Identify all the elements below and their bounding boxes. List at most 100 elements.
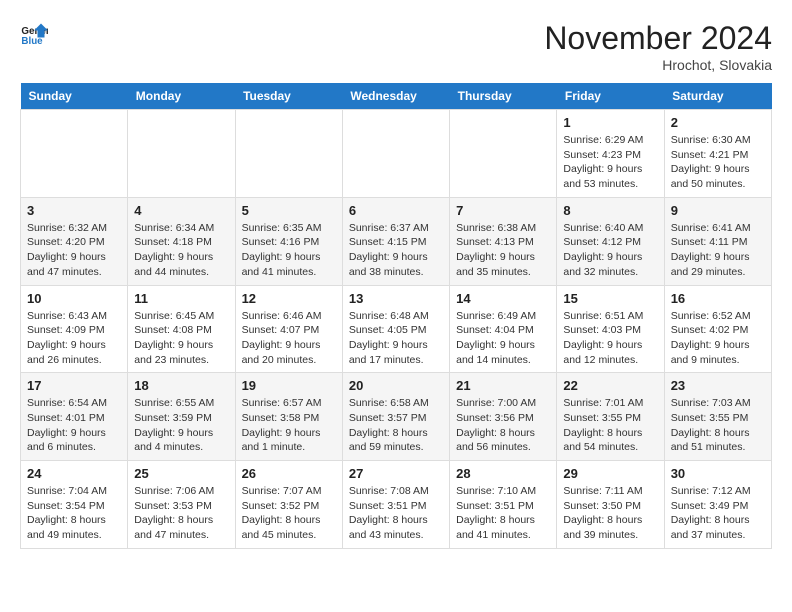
- calendar-week-row: 3 Sunrise: 6:32 AM Sunset: 4:20 PM Daylig…: [21, 197, 772, 285]
- cell-content: Sunrise: 6:54 AM Sunset: 4:01 PM Dayligh…: [27, 396, 121, 455]
- day-number: 7: [456, 203, 550, 218]
- cell-content: Sunrise: 6:34 AM Sunset: 4:18 PM Dayligh…: [134, 221, 228, 280]
- calendar-cell: 21 Sunrise: 7:00 AM Sunset: 3:56 PM Dayli…: [450, 373, 557, 461]
- day-number: 9: [671, 203, 765, 218]
- day-number: 3: [27, 203, 121, 218]
- logo-icon: General Blue: [20, 20, 48, 48]
- calendar-cell: 16Sunrise: 6:52 AM Sunset: 4:02 PM Dayli…: [664, 285, 771, 373]
- calendar-cell: 11 Sunrise: 6:45 AM Sunset: 4:08 PM Dayli…: [128, 285, 235, 373]
- cell-content: Sunrise: 7:12 AM Sunset: 3:49 PM Dayligh…: [671, 484, 765, 543]
- day-number: 28: [456, 466, 550, 481]
- calendar-cell: 29 Sunrise: 7:11 AM Sunset: 3:50 PM Dayli…: [557, 461, 664, 549]
- day-number: 26: [242, 466, 336, 481]
- day-of-week-header: Friday: [557, 83, 664, 110]
- cell-content: Sunrise: 7:03 AM Sunset: 3:55 PM Dayligh…: [671, 396, 765, 455]
- calendar-week-row: 17Sunrise: 6:54 AM Sunset: 4:01 PM Dayli…: [21, 373, 772, 461]
- cell-content: Sunrise: 6:49 AM Sunset: 4:04 PM Dayligh…: [456, 309, 550, 368]
- calendar-table: SundayMondayTuesdayWednesdayThursdayFrid…: [20, 83, 772, 549]
- cell-content: Sunrise: 7:06 AM Sunset: 3:53 PM Dayligh…: [134, 484, 228, 543]
- cell-content: Sunrise: 7:08 AM Sunset: 3:51 PM Dayligh…: [349, 484, 443, 543]
- cell-content: Sunrise: 7:07 AM Sunset: 3:52 PM Dayligh…: [242, 484, 336, 543]
- calendar-cell: 27 Sunrise: 7:08 AM Sunset: 3:51 PM Dayli…: [342, 461, 449, 549]
- cell-content: Sunrise: 6:52 AM Sunset: 4:02 PM Dayligh…: [671, 309, 765, 368]
- calendar-cell: 9Sunrise: 6:41 AM Sunset: 4:11 PM Daylig…: [664, 197, 771, 285]
- title-block: November 2024 Hrochot, Slovakia: [544, 20, 772, 73]
- day-number: 18: [134, 378, 228, 393]
- cell-content: Sunrise: 6:45 AM Sunset: 4:08 PM Dayligh…: [134, 309, 228, 368]
- day-number: 2: [671, 115, 765, 130]
- day-number: 30: [671, 466, 765, 481]
- calendar-cell: 4Sunrise: 6:34 AM Sunset: 4:18 PM Daylig…: [128, 197, 235, 285]
- calendar-cell: 15 Sunrise: 6:51 AM Sunset: 4:03 PM Dayli…: [557, 285, 664, 373]
- cell-content: Sunrise: 6:48 AM Sunset: 4:05 PM Dayligh…: [349, 309, 443, 368]
- day-of-week-header: Wednesday: [342, 83, 449, 110]
- calendar-cell: 14 Sunrise: 6:49 AM Sunset: 4:04 PM Dayli…: [450, 285, 557, 373]
- calendar-cell: 8Sunrise: 6:40 AM Sunset: 4:12 PM Daylig…: [557, 197, 664, 285]
- day-of-week-header: Saturday: [664, 83, 771, 110]
- calendar-cell: [450, 110, 557, 198]
- calendar-cell: [21, 110, 128, 198]
- cell-content: Sunrise: 6:35 AM Sunset: 4:16 PM Dayligh…: [242, 221, 336, 280]
- calendar-week-row: 1Sunrise: 6:29 AM Sunset: 4:23 PM Daylig…: [21, 110, 772, 198]
- calendar-cell: 13 Sunrise: 6:48 AM Sunset: 4:05 PM Dayli…: [342, 285, 449, 373]
- calendar-header-row: SundayMondayTuesdayWednesdayThursdayFrid…: [21, 83, 772, 110]
- day-of-week-header: Monday: [128, 83, 235, 110]
- day-number: 12: [242, 291, 336, 306]
- calendar-cell: 17Sunrise: 6:54 AM Sunset: 4:01 PM Dayli…: [21, 373, 128, 461]
- cell-content: Sunrise: 6:57 AM Sunset: 3:58 PM Dayligh…: [242, 396, 336, 455]
- calendar-cell: 6 Sunrise: 6:37 AM Sunset: 4:15 PM Daylig…: [342, 197, 449, 285]
- day-number: 5: [242, 203, 336, 218]
- cell-content: Sunrise: 6:29 AM Sunset: 4:23 PM Dayligh…: [563, 133, 657, 192]
- calendar-cell: 22Sunrise: 7:01 AM Sunset: 3:55 PM Dayli…: [557, 373, 664, 461]
- calendar-cell: 1Sunrise: 6:29 AM Sunset: 4:23 PM Daylig…: [557, 110, 664, 198]
- day-number: 10: [27, 291, 121, 306]
- day-number: 23: [671, 378, 765, 393]
- cell-content: Sunrise: 6:32 AM Sunset: 4:20 PM Dayligh…: [27, 221, 121, 280]
- day-number: 21: [456, 378, 550, 393]
- calendar-cell: 26 Sunrise: 7:07 AM Sunset: 3:52 PM Dayli…: [235, 461, 342, 549]
- cell-content: Sunrise: 6:38 AM Sunset: 4:13 PM Dayligh…: [456, 221, 550, 280]
- cell-content: Sunrise: 7:11 AM Sunset: 3:50 PM Dayligh…: [563, 484, 657, 543]
- calendar-week-row: 10 Sunrise: 6:43 AM Sunset: 4:09 PM Dayli…: [21, 285, 772, 373]
- day-number: 25: [134, 466, 228, 481]
- cell-content: Sunrise: 6:51 AM Sunset: 4:03 PM Dayligh…: [563, 309, 657, 368]
- calendar-cell: 28 Sunrise: 7:10 AM Sunset: 3:51 PM Dayli…: [450, 461, 557, 549]
- day-number: 29: [563, 466, 657, 481]
- day-number: 27: [349, 466, 443, 481]
- calendar-cell: 7 Sunrise: 6:38 AM Sunset: 4:13 PM Daylig…: [450, 197, 557, 285]
- calendar-body: 1Sunrise: 6:29 AM Sunset: 4:23 PM Daylig…: [21, 110, 772, 549]
- calendar-cell: 10 Sunrise: 6:43 AM Sunset: 4:09 PM Dayli…: [21, 285, 128, 373]
- logo: General Blue: [20, 20, 48, 48]
- day-number: 24: [27, 466, 121, 481]
- cell-content: Sunrise: 7:00 AM Sunset: 3:56 PM Dayligh…: [456, 396, 550, 455]
- day-number: 6: [349, 203, 443, 218]
- day-number: 13: [349, 291, 443, 306]
- calendar-cell: 30 Sunrise: 7:12 AM Sunset: 3:49 PM Dayli…: [664, 461, 771, 549]
- day-of-week-header: Sunday: [21, 83, 128, 110]
- page-header: General Blue November 2024 Hrochot, Slov…: [20, 20, 772, 73]
- day-number: 11: [134, 291, 228, 306]
- day-of-week-header: Thursday: [450, 83, 557, 110]
- calendar-cell: 3 Sunrise: 6:32 AM Sunset: 4:20 PM Daylig…: [21, 197, 128, 285]
- calendar-week-row: 24 Sunrise: 7:04 AM Sunset: 3:54 PM Dayli…: [21, 461, 772, 549]
- calendar-cell: 19Sunrise: 6:57 AM Sunset: 3:58 PM Dayli…: [235, 373, 342, 461]
- calendar-cell: 20Sunrise: 6:58 AM Sunset: 3:57 PM Dayli…: [342, 373, 449, 461]
- day-number: 14: [456, 291, 550, 306]
- calendar-cell: [128, 110, 235, 198]
- calendar-cell: 5 Sunrise: 6:35 AM Sunset: 4:16 PM Daylig…: [235, 197, 342, 285]
- day-of-week-header: Tuesday: [235, 83, 342, 110]
- calendar-cell: [235, 110, 342, 198]
- cell-content: Sunrise: 6:30 AM Sunset: 4:21 PM Dayligh…: [671, 133, 765, 192]
- cell-content: Sunrise: 6:46 AM Sunset: 4:07 PM Dayligh…: [242, 309, 336, 368]
- cell-content: Sunrise: 7:04 AM Sunset: 3:54 PM Dayligh…: [27, 484, 121, 543]
- month-title: November 2024: [544, 20, 772, 57]
- cell-content: Sunrise: 7:10 AM Sunset: 3:51 PM Dayligh…: [456, 484, 550, 543]
- day-number: 15: [563, 291, 657, 306]
- cell-content: Sunrise: 6:37 AM Sunset: 4:15 PM Dayligh…: [349, 221, 443, 280]
- cell-content: Sunrise: 6:58 AM Sunset: 3:57 PM Dayligh…: [349, 396, 443, 455]
- cell-content: Sunrise: 7:01 AM Sunset: 3:55 PM Dayligh…: [563, 396, 657, 455]
- cell-content: Sunrise: 6:43 AM Sunset: 4:09 PM Dayligh…: [27, 309, 121, 368]
- calendar-cell: 12 Sunrise: 6:46 AM Sunset: 4:07 PM Dayli…: [235, 285, 342, 373]
- location: Hrochot, Slovakia: [544, 57, 772, 73]
- cell-content: Sunrise: 6:40 AM Sunset: 4:12 PM Dayligh…: [563, 221, 657, 280]
